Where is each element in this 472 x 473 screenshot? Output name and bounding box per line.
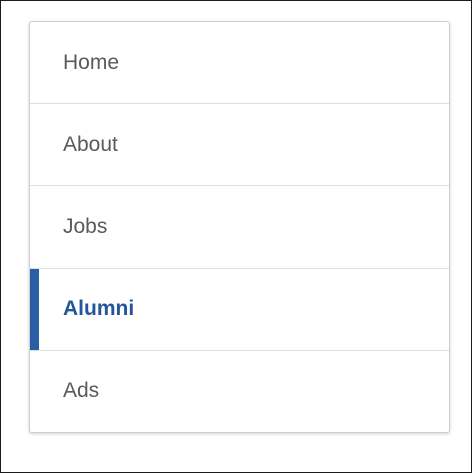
nav-item-label: Ads <box>63 379 100 403</box>
nav-item-home[interactable]: Home <box>30 22 449 105</box>
nav-menu: Home About Jobs Alumni Ads <box>29 21 450 433</box>
nav-item-label: About <box>63 132 118 156</box>
nav-item-ads[interactable]: Ads <box>30 351 449 432</box>
nav-item-label: Alumni <box>63 297 135 321</box>
nav-item-jobs[interactable]: Jobs <box>30 186 449 269</box>
nav-item-about[interactable]: About <box>30 104 449 187</box>
nav-item-alumni[interactable]: Alumni <box>30 268 449 351</box>
nav-item-label: Jobs <box>63 215 108 238</box>
nav-item-label: Home <box>63 50 120 74</box>
